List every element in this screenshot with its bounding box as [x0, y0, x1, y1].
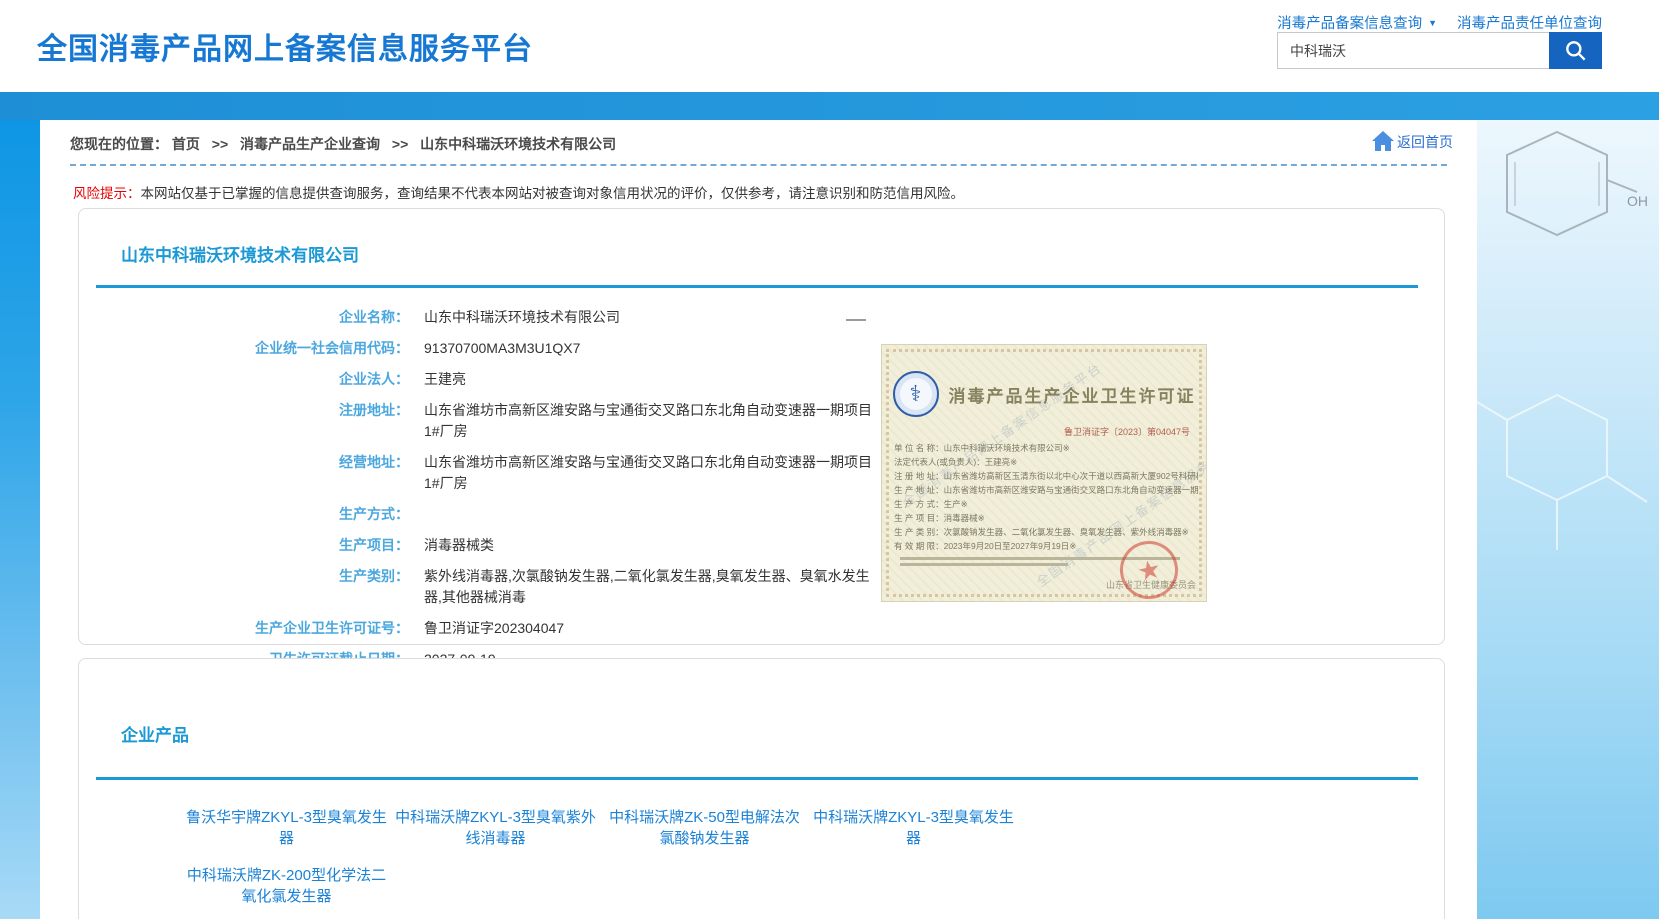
certificate-number: 鲁卫消证字〔2023〕第04047号 — [1064, 425, 1190, 438]
breadcrumb: 您现在的位置： 首页 >> 消毒产品生产企业查询 >> 山东中科瑞沃环境技术有限… — [70, 134, 616, 154]
field-row: 企业统一社会信用代码： 91370700MA3M3U1QX7 — [79, 338, 879, 359]
section-divider — [96, 285, 1418, 288]
nav-responsible-unit-query-link[interactable]: 消毒产品责任单位查询 — [1457, 12, 1602, 33]
breadcrumb-prefix: 您现在的位置： — [70, 136, 168, 152]
certificate-title: 消毒产品生产企业卫生许可证 — [949, 382, 1196, 407]
certificate-line: 生 产 项 目：消毒器械※ — [894, 511, 1198, 525]
field-value: 山东省潍坊市高新区潍安路与宝通街交叉路口东北角自动变速器一期项目1#厂房 — [424, 452, 879, 494]
breadcrumb-current: 山东中科瑞沃环境技术有限公司 — [420, 136, 616, 152]
field-row: 企业法人： 王建亮 — [79, 369, 879, 390]
field-row: 生产类别： 紫外线消毒器,次氯酸钠发生器,二氧化氯发生器,臭氧发生器、臭氧水发生… — [79, 566, 879, 608]
home-icon — [1371, 130, 1395, 152]
license-certificate-image: 全国消毒产品网上备案信息服务平台 全国消毒产品网上备案信息服务平台 ⚕ 消毒产品… — [881, 344, 1207, 602]
certificate-line: 注 册 地 址：山东省潍坊高新区玉清东街以北中心次干道以西高新大厦902号科研楼 — [894, 469, 1198, 483]
field-value: 王建亮 — [424, 369, 879, 390]
field-row: 企业名称： 山东中科瑞沃环境技术有限公司 — [79, 307, 879, 328]
product-link[interactable]: 中科瑞沃牌ZK-50型电解法次氯酸钠发生器 — [602, 807, 807, 849]
field-label: 注册地址： — [79, 400, 409, 442]
field-value — [424, 504, 879, 525]
back-home-link[interactable]: 返回首页 — [1371, 130, 1453, 152]
field-value: 91370700MA3M3U1QX7 — [424, 338, 879, 359]
field-row: 生产项目： 消毒器械类 — [79, 535, 879, 556]
page: 全国消毒产品网上备案信息服务平台 消毒产品备案信息查询 ▼ 消毒产品责任单位查询 — [0, 0, 1659, 919]
product-link[interactable]: 中科瑞沃牌ZKYL-3型臭氧发生器 — [811, 807, 1016, 849]
field-row: 经营地址： 山东省潍坊市高新区潍安路与宝通街交叉路口东北角自动变速器一期项目1#… — [79, 452, 879, 494]
field-label: 经营地址： — [79, 452, 409, 494]
header-band — [0, 92, 1659, 120]
company-products-card: 企业产品 鲁沃华宇牌ZKYL-3型臭氧发生器 中科瑞沃牌ZKYL-3型臭氧紫外线… — [78, 658, 1445, 919]
field-row: 生产方式： — [79, 504, 879, 525]
emblem-icon: ⚕ — [893, 371, 939, 417]
site-title: 全国消毒产品网上备案信息服务平台 — [37, 24, 533, 68]
field-label: 企业法人： — [79, 369, 409, 390]
certificate-line: 生 产 类 别：次氯酸钠发生器、二氧化氯发生器、臭氧发生器、紫外线消毒器※ — [894, 525, 1198, 539]
risk-notice: 风险提示：本网站仅基于已掌握的信息提供查询服务，查询结果不代表本网站对被查询对象… — [73, 182, 964, 202]
field-label: 生产企业卫生许可证号： — [79, 618, 409, 639]
field-value: 山东中科瑞沃环境技术有限公司 — [424, 307, 879, 328]
molecule-oh-label: OH — [1627, 193, 1648, 209]
dashed-divider — [70, 164, 1447, 166]
seal-star: ★ — [1134, 552, 1163, 587]
field-label: 生产类别： — [79, 566, 409, 608]
field-value: 鲁卫消证字202304047 — [424, 618, 879, 639]
field-label: 企业名称： — [79, 307, 409, 328]
breadcrumb-separator: >> — [392, 136, 408, 152]
field-value: 消毒器械类 — [424, 535, 879, 556]
breadcrumb-enterprise-query-link[interactable]: 消毒产品生产企业查询 — [240, 136, 380, 152]
product-link[interactable]: 鲁沃华宇牌ZKYL-3型臭氧发生器 — [184, 807, 389, 849]
certificate-header: ⚕ 消毒产品生产企业卫生许可证 — [882, 371, 1206, 417]
section-divider — [96, 777, 1418, 780]
main-content: 您现在的位置： 首页 >> 消毒产品生产企业查询 >> 山东中科瑞沃环境技术有限… — [40, 120, 1477, 919]
company-card-title: 山东中科瑞沃环境技术有限公司 — [121, 241, 359, 266]
molecule-decoration: OH — [1477, 120, 1659, 919]
field-value: 紫外线消毒器,次氯酸钠发生器,二氧化氯发生器,臭氧发生器、臭氧水发生器,其他器械… — [424, 566, 879, 608]
right-background: OH — [1477, 120, 1659, 919]
products-card-title: 企业产品 — [121, 721, 189, 746]
site-header: 全国消毒产品网上备案信息服务平台 消毒产品备案信息查询 ▼ 消毒产品责任单位查询 — [0, 0, 1659, 92]
search-bar — [1277, 32, 1602, 69]
search-button[interactable] — [1549, 32, 1602, 69]
breadcrumb-home-link[interactable]: 首页 — [172, 136, 200, 152]
certificate-line: 生 产 方 式：生产※ — [894, 497, 1198, 511]
search-input[interactable] — [1277, 32, 1549, 69]
field-label: 生产项目： — [79, 535, 409, 556]
company-info-card: 山东中科瑞沃环境技术有限公司 企业名称： 山东中科瑞沃环境技术有限公司 企业统一… — [78, 208, 1445, 645]
product-link-grid: 鲁沃华宇牌ZKYL-3型臭氧发生器 中科瑞沃牌ZKYL-3型臭氧紫外线消毒器 中… — [184, 807, 1016, 907]
product-link[interactable]: 中科瑞沃牌ZKYL-3型臭氧紫外线消毒器 — [393, 807, 598, 849]
breadcrumb-separator: >> — [212, 136, 228, 152]
field-row: 注册地址： 山东省潍坊市高新区潍安路与宝通街交叉路口东北角自动变速器一期项目1#… — [79, 400, 879, 442]
top-nav: 消毒产品备案信息查询 ▼ 消毒产品责任单位查询 — [1277, 12, 1602, 33]
nav-filing-query-link[interactable]: 消毒产品备案信息查询 ▼ — [1277, 12, 1437, 33]
certificate-line: 法定代表人(或负责人)：王建亮※ — [894, 455, 1198, 469]
field-label: 企业统一社会信用代码： — [79, 338, 409, 359]
product-link[interactable]: 中科瑞沃牌ZK-200型化学法二氧化氯发生器 — [184, 865, 389, 907]
left-background — [0, 120, 40, 919]
certificate-line: 生 产 地 址：山东省潍坊市高新区潍安路与宝通街交叉路口东北角自动变速器一期项目… — [894, 483, 1198, 497]
company-fields: 企业名称： 山东中科瑞沃环境技术有限公司 企业统一社会信用代码： 9137070… — [79, 307, 879, 680]
certificate-line: 单 位 名 称：山东中科瑞沃环境技术有限公司※ — [894, 441, 1198, 455]
field-row: 生产企业卫生许可证号： 鲁卫消证字202304047 — [79, 618, 879, 639]
search-icon — [1563, 38, 1589, 64]
risk-text: 本网站仅基于已掌握的信息提供查询服务，查询结果不代表本网站对被查询对象信用状况的… — [141, 186, 965, 201]
scan-artifact — [846, 319, 866, 321]
certificate-body: 单 位 名 称：山东中科瑞沃环境技术有限公司※ 法定代表人(或负责人)：王建亮※… — [894, 441, 1198, 553]
risk-label: 风险提示： — [73, 186, 141, 201]
chevron-down-icon: ▼ — [1428, 18, 1437, 28]
field-label: 生产方式： — [79, 504, 409, 525]
field-value: 山东省潍坊市高新区潍安路与宝通街交叉路口东北角自动变速器一期项目1#厂房 — [424, 400, 879, 442]
